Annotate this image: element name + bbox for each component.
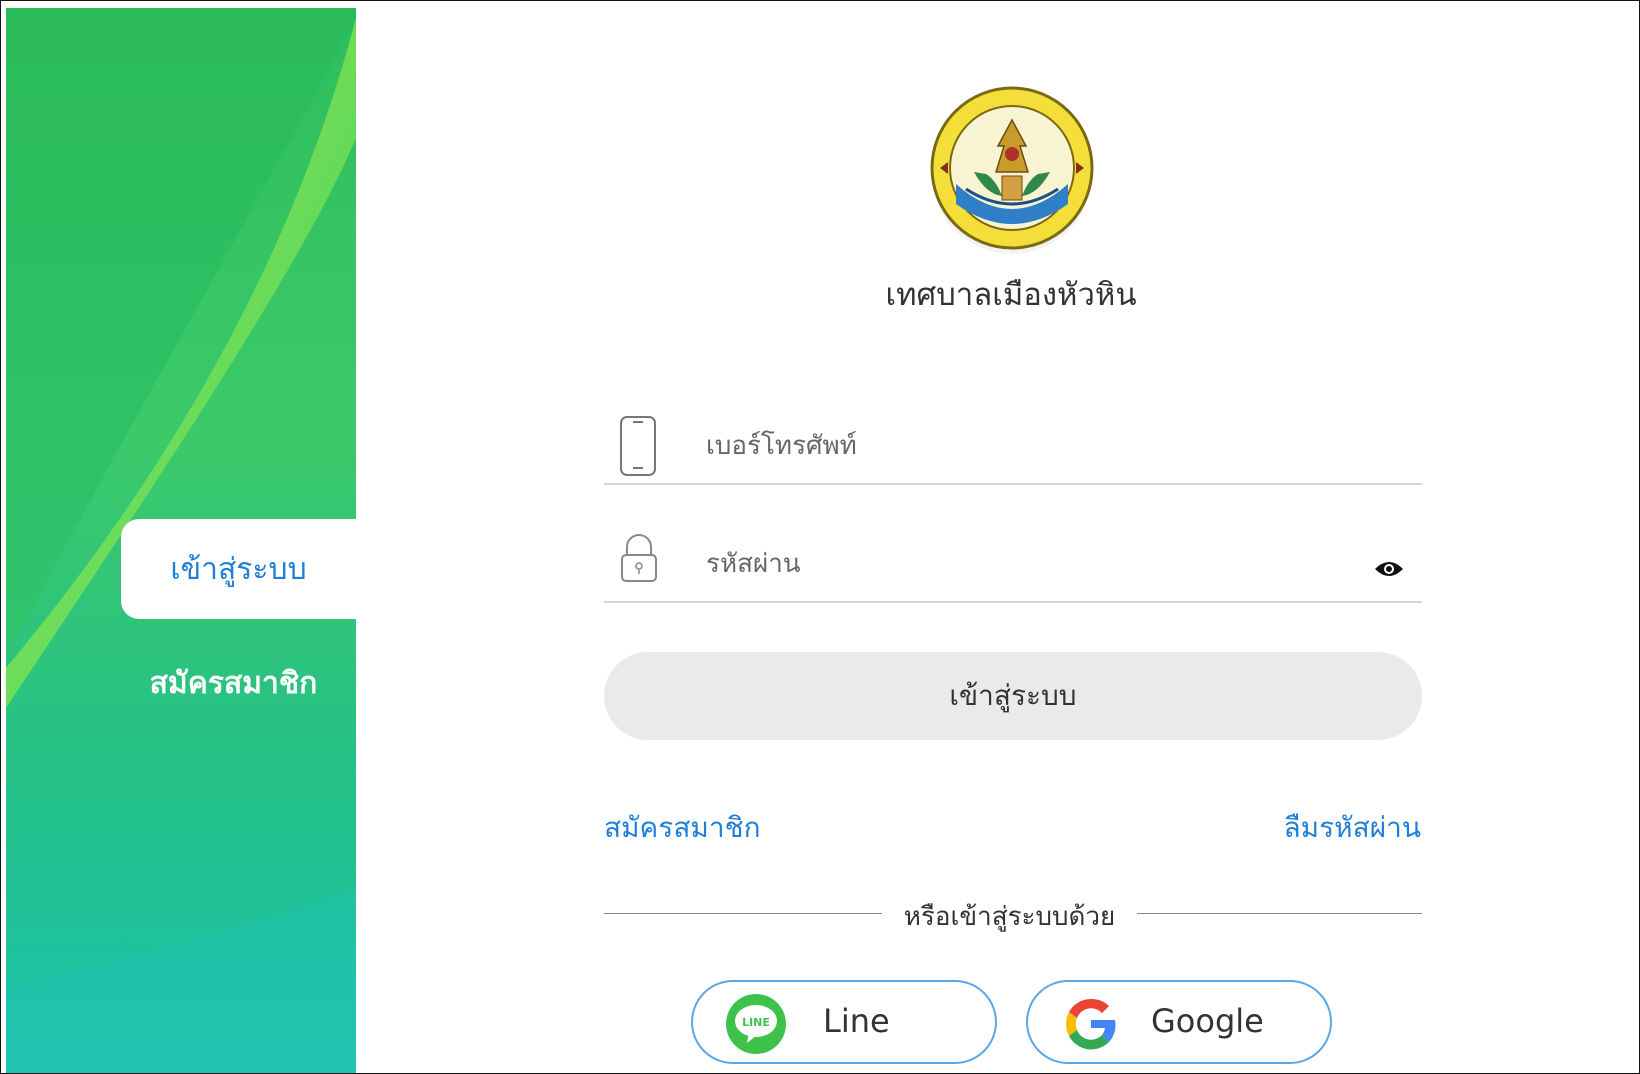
municipality-seal-icon [926, 84, 1098, 256]
forgot-password-link[interactable]: ลืมรหัสผ่าน [1284, 806, 1421, 850]
phone-input[interactable] [704, 423, 1348, 469]
divider-line-right [1137, 913, 1422, 914]
divider-line-left [604, 913, 882, 914]
tab-login-label: เข้าสู่ระบบ [170, 551, 307, 587]
divider-text: หรือเข้าสู่ระบบด้วย [903, 902, 1116, 932]
sidebar: เข้าสู่ระบบ สมัครสมาชิก [6, 8, 356, 1073]
line-login-button[interactable]: LINE Line [691, 980, 997, 1064]
tab-login[interactable]: เข้าสู่ระบบ [121, 519, 356, 619]
register-link[interactable]: สมัครสมาชิก [604, 806, 761, 850]
lock-icon [619, 533, 659, 587]
svg-text:LINE: LINE [742, 1016, 770, 1029]
line-logo-icon: LINE [725, 993, 787, 1059]
google-logo-icon [1060, 993, 1122, 1059]
line-label: Line [823, 1002, 890, 1040]
org-name: เทศบาลเมืองหัวหิน [885, 277, 1137, 313]
phone-field [604, 413, 1422, 485]
tab-register[interactable]: สมัครสมาชิก [116, 633, 351, 733]
show-password-eye-icon[interactable] [1374, 559, 1404, 583]
login-window: เข้าสู่ระบบ สมัครสมาชิก เทศบาลเมืองหัวหิ… [0, 0, 1640, 1074]
google-label: Google [1151, 1002, 1264, 1040]
google-login-button[interactable]: Google [1026, 980, 1332, 1064]
tab-register-label: สมัครสมาชิก [149, 665, 318, 701]
phone-icon [619, 415, 657, 481]
password-field [604, 531, 1422, 603]
password-input[interactable] [704, 541, 1348, 587]
login-button[interactable]: เข้าสู่ระบบ [604, 652, 1422, 740]
